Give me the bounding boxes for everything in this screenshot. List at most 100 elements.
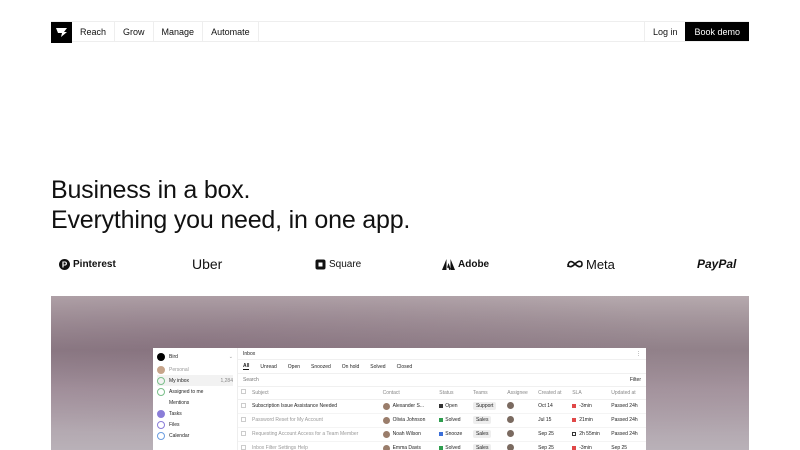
- team-badge: Sales: [472, 430, 492, 438]
- sidebar-item-personal[interactable]: Personal: [157, 364, 233, 375]
- col-updated[interactable]: Updated at: [608, 387, 646, 400]
- col-contact[interactable]: Contact: [379, 387, 437, 400]
- tab-unread[interactable]: Unread: [260, 364, 276, 370]
- sidebar-item-label: Personal: [169, 366, 189, 373]
- table-row[interactable]: Subscription Issue Assistance Needed Alex…: [238, 399, 646, 414]
- tab-on-hold[interactable]: On hold: [342, 364, 360, 370]
- row-team-cell: Sales: [469, 441, 505, 450]
- avatar: [382, 416, 390, 424]
- row-checkbox[interactable]: [238, 441, 249, 450]
- uber-wordmark: Uber: [192, 256, 223, 272]
- table-row[interactable]: Requesting Account Access for a Team Mem…: [238, 427, 646, 442]
- sidebar-item-mentions[interactable]: Mentions: [157, 397, 233, 408]
- pinterest-logo: P Pinterest: [59, 255, 116, 273]
- col-assignee[interactable]: Assignee: [504, 387, 536, 400]
- tab-open[interactable]: Open: [288, 364, 300, 370]
- avatar: [382, 402, 390, 410]
- team-badge: Sales: [472, 444, 492, 450]
- row-status: Solved: [445, 417, 461, 423]
- files-icon: [157, 420, 165, 429]
- row-status-cell: Open: [436, 399, 470, 414]
- row-status: Solved: [445, 445, 461, 450]
- col-sla[interactable]: SLA: [569, 387, 609, 400]
- col-subject[interactable]: Subject: [249, 387, 380, 400]
- col-teams[interactable]: Teams: [469, 387, 505, 400]
- tab-solved[interactable]: Solved: [370, 364, 385, 370]
- row-sla-cell: -3min: [569, 441, 609, 450]
- table-row[interactable]: Inbox Filter Settings Help Emma Davis Solv…: [238, 441, 646, 450]
- sidebar-item-tasks[interactable]: Tasks: [157, 408, 233, 419]
- row-subject: Subscription Issue Assistance Needed: [249, 399, 380, 414]
- row-status-cell: Solved: [436, 441, 470, 450]
- conversation-table: Subject Contact Status Teams Assignee Cr…: [238, 387, 646, 450]
- row-subject: Inbox Filter Settings Help: [249, 441, 380, 450]
- workspace-switcher[interactable]: Bird ⌄: [157, 352, 233, 362]
- inbox-main: Inbox ⋮ All Unread Open Snoozed On hold …: [238, 348, 646, 450]
- row-contact-cell: Olivia Johnson: [379, 413, 437, 428]
- uber-logo: Uber: [192, 255, 222, 273]
- row-checkbox[interactable]: [238, 427, 249, 442]
- sidebar-item-label: Assigned to me: [169, 388, 204, 395]
- sidebar-item-label: Calendar: [169, 432, 190, 439]
- status-dot-icon: [439, 404, 444, 408]
- row-status: Snooze: [445, 431, 463, 437]
- status-dot-icon: [439, 418, 444, 422]
- assignee-avatar: [507, 401, 515, 409]
- row-contact-cell: Emma Davis: [379, 441, 437, 450]
- row-created: Sep 25: [535, 427, 570, 442]
- row-contact: Noah Wilson: [392, 431, 421, 437]
- row-contact-cell: Noah Wilson: [379, 427, 437, 442]
- nav-manage[interactable]: Manage: [154, 22, 204, 41]
- hero-line-1: Business in a box.: [51, 176, 251, 204]
- sidebar-item-assigned[interactable]: Assigned to me: [157, 386, 233, 397]
- assignee-avatar: [507, 429, 515, 437]
- sidebar-item-label: My inbox: [169, 377, 190, 384]
- status-dot-icon: [439, 432, 444, 436]
- nav-reach[interactable]: Reach: [72, 22, 116, 41]
- nav-grow[interactable]: Grow: [115, 22, 154, 41]
- select-all-checkbox[interactable]: [238, 387, 249, 400]
- adobe-logo: Adobe: [442, 255, 489, 273]
- book-demo-button[interactable]: Book demo: [685, 22, 749, 41]
- row-sla-cell: 21min: [569, 413, 609, 428]
- col-status[interactable]: Status: [436, 387, 470, 400]
- row-checkbox[interactable]: [238, 399, 249, 414]
- table-header-row: Subject Contact Status Teams Assignee Cr…: [238, 387, 646, 400]
- assignee-avatar: [507, 415, 515, 423]
- col-created[interactable]: Created at: [535, 387, 570, 400]
- sidebar-item-label: Tasks: [169, 410, 182, 417]
- bird-logo-icon[interactable]: [51, 22, 72, 43]
- inbox-title: Inbox: [243, 350, 256, 357]
- sidebar-item-calendar[interactable]: Calendar: [157, 430, 233, 441]
- table-row[interactable]: Password Reset for My Account Olivia John…: [238, 413, 646, 428]
- sidebar-item-files[interactable]: Files: [157, 419, 233, 430]
- login-link[interactable]: Log in: [643, 22, 686, 41]
- workspace-name: Bird: [169, 354, 178, 360]
- row-created: Oct 14: [535, 399, 570, 414]
- assigned-icon: [157, 387, 165, 396]
- nav-automate[interactable]: Automate: [203, 22, 259, 41]
- square-icon: [315, 259, 326, 269]
- filter-button[interactable]: Filter: [630, 377, 641, 383]
- app-sidebar: Bird ⌄ Personal My inbox 1,284 Assigned …: [153, 348, 238, 450]
- sidebar-item-my-inbox[interactable]: My inbox 1,284: [157, 375, 233, 386]
- row-team-cell: Sales: [469, 427, 505, 442]
- more-options-icon[interactable]: ⋮: [636, 351, 641, 357]
- meta-logo: Meta: [567, 255, 615, 273]
- row-updated: Passed 24h: [608, 399, 646, 414]
- row-checkbox[interactable]: [238, 413, 249, 428]
- tab-all[interactable]: All: [243, 363, 250, 370]
- row-team-cell: Support: [469, 399, 505, 414]
- bird-app-icon: [157, 353, 165, 361]
- mention-icon: [157, 399, 165, 407]
- chevron-down-icon: ⌄: [228, 354, 233, 360]
- tab-snoozed[interactable]: Snoozed: [311, 364, 331, 370]
- search-input[interactable]: Search: [243, 377, 259, 383]
- square-logo: Square: [315, 255, 361, 273]
- row-sla-cell: 2h 55min: [569, 427, 609, 442]
- paypal-logo: PayPal: [697, 255, 736, 273]
- tab-closed[interactable]: Closed: [397, 364, 413, 370]
- inbox-icon: [157, 376, 165, 385]
- row-status: Open: [445, 403, 458, 409]
- sla-indicator-icon: [572, 446, 577, 450]
